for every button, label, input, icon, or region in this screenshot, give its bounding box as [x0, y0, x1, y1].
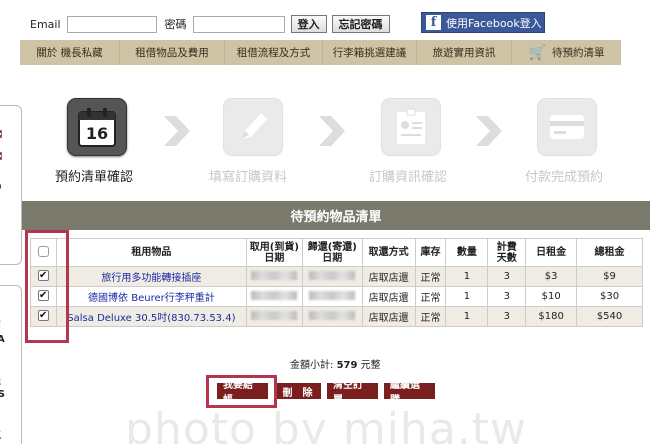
column-header: 歸還(寄還) 日期: [301, 238, 363, 267]
facebook-login-button[interactable]: f 使用Facebook登入: [421, 12, 545, 33]
login-button[interactable]: 登入: [290, 15, 327, 33]
menu-item-cart[interactable]: 🛒 待預約清單: [512, 40, 621, 65]
pen-icon: [241, 113, 267, 139]
calendar-day: 16: [86, 124, 108, 143]
section-title: 待預約物品清單: [22, 201, 650, 230]
facebook-login-label: 使用Facebook登入: [446, 16, 542, 30]
chevron-right-icon: [319, 116, 345, 146]
item-link[interactable]: 旅行用多功能轉接插座: [101, 273, 201, 284]
method-cell: 店取店還: [361, 286, 416, 307]
main-menu: 關於 機長私藏 租借物品及費用 租借流程及方式 行李箱挑選建議 旅遊實用資訊 🛒…: [20, 40, 621, 65]
delete-button[interactable]: 刪 除: [274, 383, 321, 399]
login-bar: Email 密碼 登入 忘記密碼: [30, 14, 390, 34]
subtotal-label: 金額小計:: [290, 360, 334, 371]
daily-cell: $180: [525, 306, 578, 327]
days-cell: 3: [487, 286, 527, 307]
stock-cell: 正常: [414, 286, 447, 307]
daily-cell: $10: [525, 286, 578, 307]
email-label: Email: [30, 17, 61, 31]
menu-item-travel-info[interactable]: 旅遊實用資訊: [417, 40, 512, 65]
item-link[interactable]: 德國博依 Beurer行李秤重計: [88, 293, 215, 304]
table-row: 旅行用多功能轉接插座 店取店還 正常 1 3 $3 $9: [30, 266, 643, 287]
return-date-redacted: [309, 310, 356, 320]
watermark: photo by miha.tw: [125, 404, 528, 444]
cart-icon: 🛒: [528, 44, 546, 61]
sidebar-text[interactable]: 航: [0, 428, 1, 441]
email-field[interactable]: [66, 15, 157, 33]
sidebar-panel: ?: [0, 105, 22, 265]
calendar-icon: 16: [78, 108, 116, 147]
step-2-pen: [223, 98, 283, 156]
id-card-icon: [397, 108, 425, 144]
return-date-redacted: [309, 290, 356, 300]
menu-item-about[interactable]: 關於 機長私藏: [20, 40, 120, 65]
clear-order-button[interactable]: 清空訂單: [327, 380, 378, 406]
method-cell: 店取店還: [361, 266, 416, 287]
menu-item-rental-items[interactable]: 租借物品及費用: [120, 40, 225, 65]
menu-item-luggage-advice[interactable]: 行李箱挑選建議: [323, 40, 417, 65]
menu-item-rental-process[interactable]: 租借流程及方式: [225, 40, 323, 65]
cart-label: 待預約清單: [551, 47, 605, 59]
continue-shopping-button[interactable]: 繼續選購: [384, 380, 435, 406]
column-header: 取還方式: [361, 238, 416, 267]
qty-cell: 1: [445, 306, 489, 327]
password-field[interactable]: [192, 15, 285, 33]
sidebar-text[interactable]: 箱: [0, 319, 1, 332]
column-header: 總租金: [576, 238, 643, 267]
total-cell: $9: [576, 266, 643, 287]
step-1-calendar: 16: [67, 98, 127, 156]
pickup-date-redacted: [251, 310, 298, 320]
column-header: 庫存: [414, 238, 447, 267]
item-link[interactable]: Salsa Deluxe 30.5吋(830.73.53.4): [67, 313, 235, 324]
highlight-frame: [25, 230, 69, 343]
column-header: 數量: [445, 238, 489, 267]
password-label: 密碼: [164, 18, 187, 31]
column-header: 日租金: [525, 238, 578, 267]
days-cell: 3: [487, 266, 527, 287]
step-label-4: 付款完成預約: [525, 170, 604, 185]
credit-card-icon: [550, 115, 584, 139]
stock-cell: 正常: [414, 266, 447, 287]
method-cell: 店取店還: [361, 306, 416, 327]
qty-cell: 1: [445, 286, 489, 307]
table-header-row: 租用物品 取用(到貨) 日期 歸還(寄還) 日期 取還方式 庫存 數量 計費 天…: [30, 238, 643, 267]
stock-cell: 正常: [414, 306, 447, 327]
daily-cell: $3: [525, 266, 578, 287]
flag-icon[interactable]: [0, 130, 2, 138]
chevron-right-icon: [164, 116, 190, 146]
return-date-redacted: [309, 270, 356, 280]
days-cell: 3: [487, 306, 527, 327]
pickup-date-redacted: [251, 290, 298, 300]
total-cell: $540: [576, 306, 643, 327]
forgot-password-button[interactable]: 忘記密碼: [331, 15, 390, 33]
step-label-2: 填寫訂購資料: [209, 170, 288, 185]
help-icon[interactable]: ?: [0, 182, 1, 191]
sidebar-text[interactable]: 機: [0, 374, 1, 387]
column-header: 取用(到貨) 日期: [245, 238, 303, 267]
flag-icon[interactable]: [0, 152, 2, 160]
total-cell: $30: [576, 286, 643, 307]
chevron-right-icon: [476, 116, 502, 146]
subtotal-unit: 元整: [360, 360, 381, 371]
qty-cell: 1: [445, 266, 489, 287]
pickup-date-redacted: [251, 270, 298, 280]
reservation-table: 租用物品 取用(到貨) 日期 歸還(寄還) 日期 取還方式 庫存 數量 計費 天…: [30, 238, 643, 327]
subtotal-value: 579: [336, 360, 358, 371]
step-label-3: 訂購資訊確認: [369, 170, 448, 185]
sidebar-text[interactable]: AS: [0, 388, 5, 401]
subtotal: 金額小計: 579 元整: [290, 356, 381, 371]
column-header: 租用物品: [55, 238, 247, 267]
sidebar-links-panel: 箱 VA 機 AS 航 D: [0, 285, 22, 444]
table-row: Salsa Deluxe 30.5吋(830.73.53.4) 店取店還 正常 …: [30, 306, 643, 327]
step-4-credit-card: [537, 98, 597, 156]
step-label-1: 預約清單確認: [55, 170, 134, 185]
sidebar-text[interactable]: VA: [0, 333, 5, 346]
table-row: 德國博依 Beurer行李秤重計 店取店還 正常 1 3 $10 $30: [30, 286, 643, 307]
facebook-icon: f: [426, 15, 441, 30]
step-3-id-card: [381, 98, 441, 156]
column-header: 計費 天數: [487, 238, 527, 267]
